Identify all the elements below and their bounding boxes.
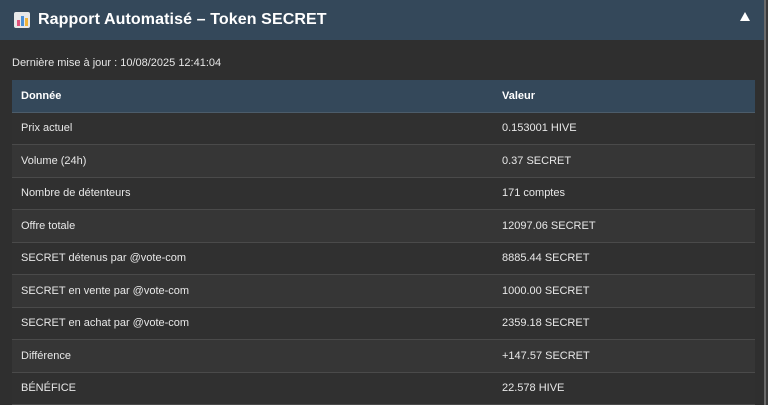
row-label: Nombre de détenteurs bbox=[12, 177, 493, 210]
page-title: Rapport Automatisé – Token SECRET bbox=[38, 11, 327, 28]
row-value: 0.153001 HIVE bbox=[493, 112, 755, 145]
row-label: Offre totale bbox=[12, 209, 493, 243]
row-value: 8885.44 SECRET bbox=[493, 242, 755, 275]
column-header-donnee: Donnée bbox=[12, 80, 493, 113]
row-value: 12097.06 SECRET bbox=[493, 209, 755, 243]
row-label: SECRET en achat par @vote-com bbox=[12, 307, 493, 340]
table-row: SECRET en vente par @vote-com 1000.00 SE… bbox=[12, 274, 755, 308]
row-label: Différence bbox=[12, 339, 493, 373]
table-row: Volume (24h) 0.37 SECRET bbox=[12, 144, 755, 178]
bar-chart-report-icon bbox=[14, 12, 30, 28]
table-row: Prix actuel 0.153001 HIVE bbox=[12, 112, 755, 145]
column-header-valeur: Valeur bbox=[493, 80, 755, 113]
row-label: BÉNÉFICE bbox=[12, 372, 493, 405]
row-value: 1000.00 SECRET bbox=[493, 274, 755, 308]
panel-header[interactable]: Rapport Automatisé – Token SECRET bbox=[0, 0, 764, 40]
collapse-arrow-icon[interactable] bbox=[740, 12, 750, 21]
table-header-row: Donnée Valeur bbox=[12, 80, 755, 113]
table-row: SECRET en achat par @vote-com 2359.18 SE… bbox=[12, 307, 755, 340]
report-table: Donnée Valeur Prix actuel 0.153001 HIVE … bbox=[12, 80, 755, 405]
row-value: 0.37 SECRET bbox=[493, 144, 755, 178]
row-label: SECRET détenus par @vote-com bbox=[12, 242, 493, 275]
last-updated-text: Dernière mise à jour : 10/08/2025 12:41:… bbox=[12, 57, 222, 69]
table-row: Offre totale 12097.06 SECRET bbox=[12, 209, 755, 243]
row-value: 22.578 HIVE bbox=[493, 372, 755, 405]
row-label: Volume (24h) bbox=[12, 144, 493, 178]
report-panel: Rapport Automatisé – Token SECRET Derniè… bbox=[0, 0, 766, 405]
row-value: 2359.18 SECRET bbox=[493, 307, 755, 340]
row-value: 171 comptes bbox=[493, 177, 755, 210]
row-label: Prix actuel bbox=[12, 112, 493, 145]
row-value: +147.57 SECRET bbox=[493, 339, 755, 373]
table-row: Nombre de détenteurs 171 comptes bbox=[12, 177, 755, 210]
table-row: BÉNÉFICE 22.578 HIVE bbox=[12, 372, 755, 405]
table-row: SECRET détenus par @vote-com 8885.44 SEC… bbox=[12, 242, 755, 275]
table-row: Différence +147.57 SECRET bbox=[12, 339, 755, 373]
row-label: SECRET en vente par @vote-com bbox=[12, 274, 493, 308]
